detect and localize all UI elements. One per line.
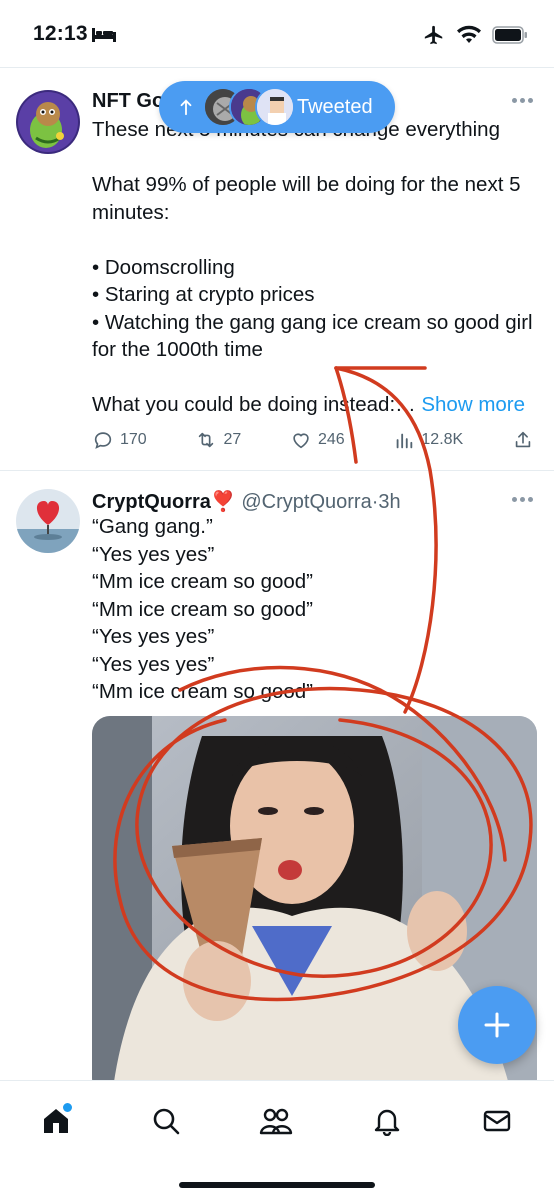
search-icon — [153, 1108, 180, 1135]
tweet-author-row: NFT Go — [92, 90, 164, 113]
heart-icon — [293, 433, 309, 449]
tweet-actions: 170 27 246 12.8K — [92, 427, 534, 453]
tweet-time[interactable]: 3h — [378, 491, 400, 513]
author-name[interactable]: NFT Go — [92, 90, 164, 112]
messages-icon — [483, 1110, 511, 1132]
retweet-count: 27 — [223, 431, 242, 448]
more-options-icon[interactable] — [512, 96, 534, 104]
tab-home[interactable] — [36, 1101, 76, 1141]
pill-avatars — [203, 87, 295, 127]
tweet-text: “Gang gang.” “Yes yes yes” “Mm ice cream… — [92, 515, 314, 703]
reply-count: 170 — [120, 431, 147, 448]
notification-dot — [61, 1101, 74, 1114]
new-tweets-pill[interactable]: Tweeted — [159, 81, 395, 133]
airplane-icon — [424, 25, 443, 45]
wifi-icon — [457, 25, 481, 43]
avatar — [255, 87, 295, 127]
more-options-icon[interactable] — [512, 495, 534, 503]
arrow-up-icon — [180, 99, 192, 116]
notifications-icon — [374, 1109, 400, 1136]
battery-icon — [492, 26, 527, 44]
retweet-icon — [199, 432, 214, 448]
tab-search[interactable] — [146, 1101, 186, 1141]
tweet-author-row: CryptQuorra❣️ @CryptQuorra·3h — [92, 489, 401, 514]
author-name[interactable]: CryptQuorra — [92, 491, 211, 513]
views-button[interactable]: 12.8K — [393, 429, 463, 451]
home-indicator — [179, 1182, 375, 1188]
tab-communities[interactable] — [256, 1101, 296, 1141]
like-button[interactable]: 246 — [290, 429, 345, 451]
compose-tweet-button[interactable] — [458, 986, 536, 1064]
plus-icon — [484, 1012, 510, 1038]
share-button[interactable] — [512, 429, 534, 451]
views-count: 12.8K — [421, 431, 464, 448]
show-more-link[interactable]: Show more — [421, 393, 525, 416]
tweet-text: These next 5 minutes can change everythi… — [92, 116, 542, 419]
views-icon — [397, 433, 413, 449]
tweet-body: These next 5 minutes can change everythi… — [92, 118, 533, 416]
tab-notifications[interactable] — [367, 1101, 407, 1141]
retweet-button[interactable]: 27 — [195, 429, 241, 451]
share-icon — [515, 431, 531, 448]
communities-icon — [259, 1108, 293, 1135]
tab-messages[interactable] — [477, 1101, 517, 1141]
bed-icon — [92, 28, 116, 42]
avatar[interactable] — [16, 489, 80, 553]
reply-button[interactable]: 170 — [92, 429, 147, 451]
status-time: 12:13 — [33, 22, 88, 45]
avatar[interactable] — [16, 90, 80, 154]
heart-emoji: ❣️ — [210, 491, 236, 513]
author-handle[interactable]: @CryptQuorra — [241, 491, 371, 513]
like-count: 246 — [317, 431, 345, 448]
reply-icon — [94, 432, 112, 449]
pill-label: Tweeted — [297, 95, 373, 118]
status-bar: 12:13 — [0, 0, 554, 66]
